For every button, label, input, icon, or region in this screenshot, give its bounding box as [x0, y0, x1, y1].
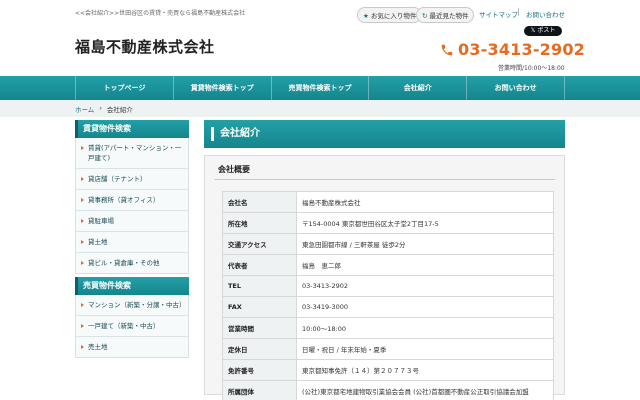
row-value: 東京都知事免許（１４）第２０７７３号 — [296, 359, 554, 381]
util-divider — [518, 8, 519, 16]
row-label: 営業時間 — [222, 317, 297, 339]
main-content: 会社紹介 会社概要 会社名 福島不動産株式会社 所在地 〒154-0004 東京都世… — [204, 120, 565, 400]
row-label: 交通アクセス — [222, 233, 297, 255]
section-title: 会社概要 — [214, 160, 555, 180]
x-post-button[interactable]: 𝕏 ポスト — [524, 26, 562, 36]
row-label: 所在地 — [222, 212, 297, 234]
row-value: 東急田園都市線 / 三軒茶屋 徒歩2分 — [296, 233, 554, 255]
sidebar-rent-heading: 賃貸物件検索 — [75, 120, 189, 138]
page-tagline: <<会社紹介>>世田谷区の賃貸・売買なら福島不動産株式会社 — [75, 10, 246, 17]
sitemap-link[interactable]: サイトマップ — [479, 9, 518, 19]
row-label: 定休日 — [222, 338, 297, 360]
table-row: 所在地 〒154-0004 東京都世田谷区太子堂2丁目17-5 — [222, 212, 554, 234]
row-value: 日曜・祝日 / 年末年始・夏季 — [296, 338, 554, 360]
sidebar-item-rent-residential[interactable]: 賃貸(アパート・マンション・一戸建て) — [75, 138, 189, 169]
table-row: TEL 03-3413-2902 — [222, 275, 554, 297]
table-row: 定休日 日曜・祝日 / 年末年始・夏季 — [222, 338, 554, 360]
recent-label: 最近見た物件 — [429, 12, 469, 20]
breadcrumb-home[interactable]: ホーム — [75, 104, 94, 114]
sidebar-sale-heading: 売買物件検索 — [75, 277, 189, 295]
row-label: 所属団体 — [222, 380, 297, 400]
row-label: TEL — [222, 275, 297, 297]
row-value: 10:00～18:00 — [296, 317, 554, 339]
breadcrumb-separator: › — [99, 104, 102, 112]
table-row: FAX 03-3419-3000 — [222, 296, 554, 318]
sidebar-item-rent-building[interactable]: 貸ビル・貸倉庫・その他 — [75, 253, 189, 274]
phone-icon — [441, 44, 453, 55]
row-value: 福島不動産株式会社 — [296, 191, 554, 213]
sidebar-item-rent-office[interactable]: 貸事務所（貸オフィス） — [75, 190, 189, 211]
table-row: 所属団体 (公社)東京都宅地建物取引業協会会員 (公社)首都圏不動産公正取引協議会… — [222, 380, 554, 400]
contact-link[interactable]: お問い合わせ — [526, 9, 565, 19]
global-nav: トップページ 賃貸物件検索トップ 売買物件検索トップ 会社紹介 お問い合わせ — [0, 76, 640, 100]
sidebar: 賃貸物件検索 賃貸(アパート・マンション・一戸建て) 貸店舗（テナント） 貸事務… — [75, 120, 189, 358]
row-value: 〒154-0004 東京都世田谷区太子堂2丁目17-5 — [296, 212, 554, 234]
nav-sale-search[interactable]: 売買物件検索トップ — [270, 76, 369, 100]
sidebar-item-sale-house[interactable]: 一戸建て（新築・中古） — [75, 316, 189, 337]
sidebar-item-rent-land[interactable]: 貸土地 — [75, 232, 189, 253]
sidebar-item-rent-parking[interactable]: 貸駐車場 — [75, 211, 189, 232]
business-hours: 営業時間/10:00～18:00 — [498, 65, 565, 72]
sidebar-item-sale-land[interactable]: 売土地 — [75, 337, 189, 358]
phone-block[interactable]: 03-3413-2902 — [440, 40, 585, 59]
row-value: 03-3413-2902 — [296, 275, 554, 297]
row-label: FAX — [222, 296, 297, 318]
table-row: 代表者 福島 恵二郎 — [222, 254, 554, 276]
sidebar-item-sale-mansion[interactable]: マンション（新築・分譲・中古） — [75, 295, 189, 316]
row-label: 会社名 — [222, 191, 297, 213]
row-label: 代表者 — [222, 254, 297, 276]
phone-number: 03-3413-2902 — [458, 40, 586, 59]
nav-company[interactable]: 会社紹介 — [368, 76, 466, 100]
star-icon: ★ — [363, 12, 369, 20]
company-overview-panel: 会社概要 会社名 福島不動産株式会社 所在地 〒154-0004 東京都世田谷区太子… — [204, 155, 565, 400]
table-row: 営業時間 10:00～18:00 — [222, 317, 554, 339]
nav-rent-search[interactable]: 賃貸物件検索トップ — [172, 76, 271, 100]
row-value: 福島 恵二郎 — [296, 254, 554, 276]
breadcrumb: ホーム › 会社紹介 — [75, 104, 133, 114]
company-info-table: 会社名 福島不動産株式会社 所在地 〒154-0004 東京都世田谷区太子堂2丁目1… — [222, 191, 554, 400]
history-icon: ↻ — [422, 12, 428, 20]
recent-properties-button[interactable]: ↻ 最近見た物件 — [416, 7, 475, 23]
table-row: 免許番号 東京都知事免許（１４）第２０７７３号 — [222, 359, 554, 381]
page-title: 会社紹介 — [204, 120, 565, 148]
nav-contact[interactable]: お問い合わせ — [466, 76, 565, 100]
favorite-label: お気に入り物件 — [370, 12, 417, 20]
table-row: 交通アクセス 東急田園都市線 / 三軒茶屋 徒歩2分 — [222, 233, 554, 255]
sidebar-item-rent-shop[interactable]: 貸店舗（テナント） — [75, 169, 189, 190]
row-value: 03-3419-3000 — [296, 296, 554, 318]
table-row: 会社名 福島不動産株式会社 — [222, 191, 554, 213]
company-logo[interactable]: 福島不動産株式会社 — [75, 36, 215, 57]
row-label: 免許番号 — [222, 359, 297, 381]
nav-top[interactable]: トップページ — [75, 76, 173, 100]
favorite-properties-button[interactable]: ★ お気に入り物件 — [357, 7, 423, 23]
row-value: (公社)東京都宅地建物取引業協会会員 (公社)首都圏不動産公正取引協議会加盟 — [296, 380, 554, 400]
breadcrumb-current: 会社紹介 — [106, 106, 133, 114]
